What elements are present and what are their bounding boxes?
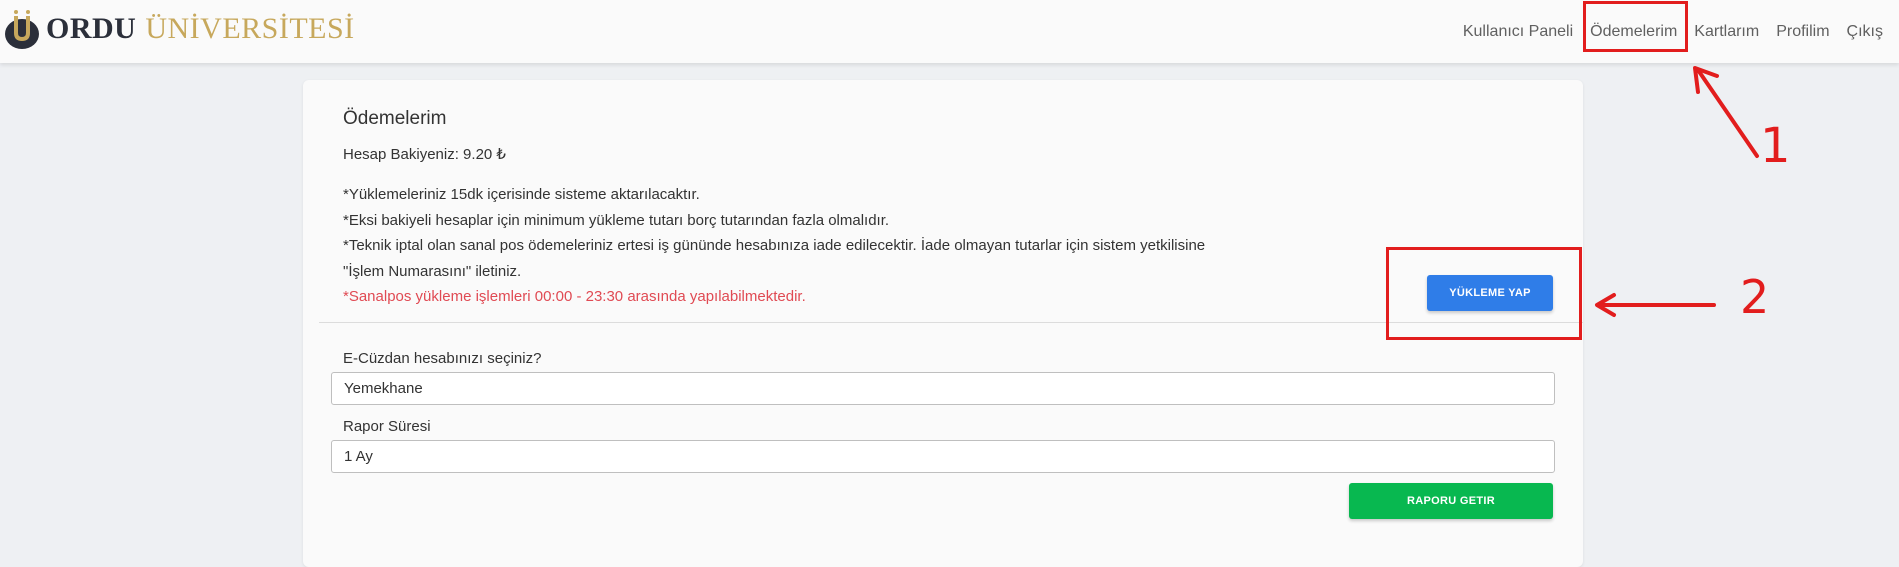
page-title: Ödemelerim	[343, 108, 447, 129]
annotation-arrowhead-2-icon	[1595, 293, 1616, 317]
note-transfer-time: *Yüklemeleriniz 15dk içerisinde sisteme …	[343, 186, 700, 203]
get-report-button[interactable]: RAPORU GETIR	[1349, 483, 1553, 519]
logo-text-universitesi: ÜNİVERSİTESİ	[145, 12, 355, 45]
note-pos-hours-warning: *Sanalpos yükleme işlemleri 00:00 - 23:3…	[343, 288, 806, 305]
nav-logout[interactable]: Çıkış	[1847, 23, 1883, 41]
info-notes: *Yüklemeleriniz 15dk içerisinde sisteme …	[343, 182, 1223, 310]
annotation-marker-1: 1	[1760, 118, 1791, 174]
account-balance: Hesap Bakiyeniz: 9.20 ₺	[343, 146, 506, 163]
nav-cards[interactable]: Kartlarım	[1694, 23, 1759, 41]
nav-profile[interactable]: Profilim	[1776, 23, 1829, 41]
annotation-highlight-topup	[1386, 247, 1582, 340]
logo-emblem-icon	[5, 10, 39, 49]
report-period-select[interactable]: 1 Ay	[331, 440, 1555, 473]
nav-user-panel[interactable]: Kullanıcı Paneli	[1463, 23, 1573, 41]
wallet-label: E-Cüzdan hesabınızı seçiniz?	[343, 350, 542, 367]
annotation-marker-2: 2	[1740, 270, 1769, 324]
annotation-highlight-payments	[1583, 1, 1688, 52]
logo-text-ordu: ORDU	[46, 12, 137, 45]
annotation-arrow-1-icon	[1696, 68, 1759, 158]
annotation-arrowhead-1-icon	[1693, 66, 1719, 94]
university-logo[interactable]: ORDU ÜNİVERSİTESİ	[3, 8, 355, 50]
report-period-label: Rapor Süresi	[343, 418, 431, 435]
wallet-select[interactable]: Yemekhane	[331, 372, 1555, 405]
note-negative-balance: *Eksi bakiyeli hesaplar için minimum yük…	[343, 211, 890, 229]
note-refund: *Teknik iptal olan sanal pos ödemelerini…	[343, 237, 1206, 280]
